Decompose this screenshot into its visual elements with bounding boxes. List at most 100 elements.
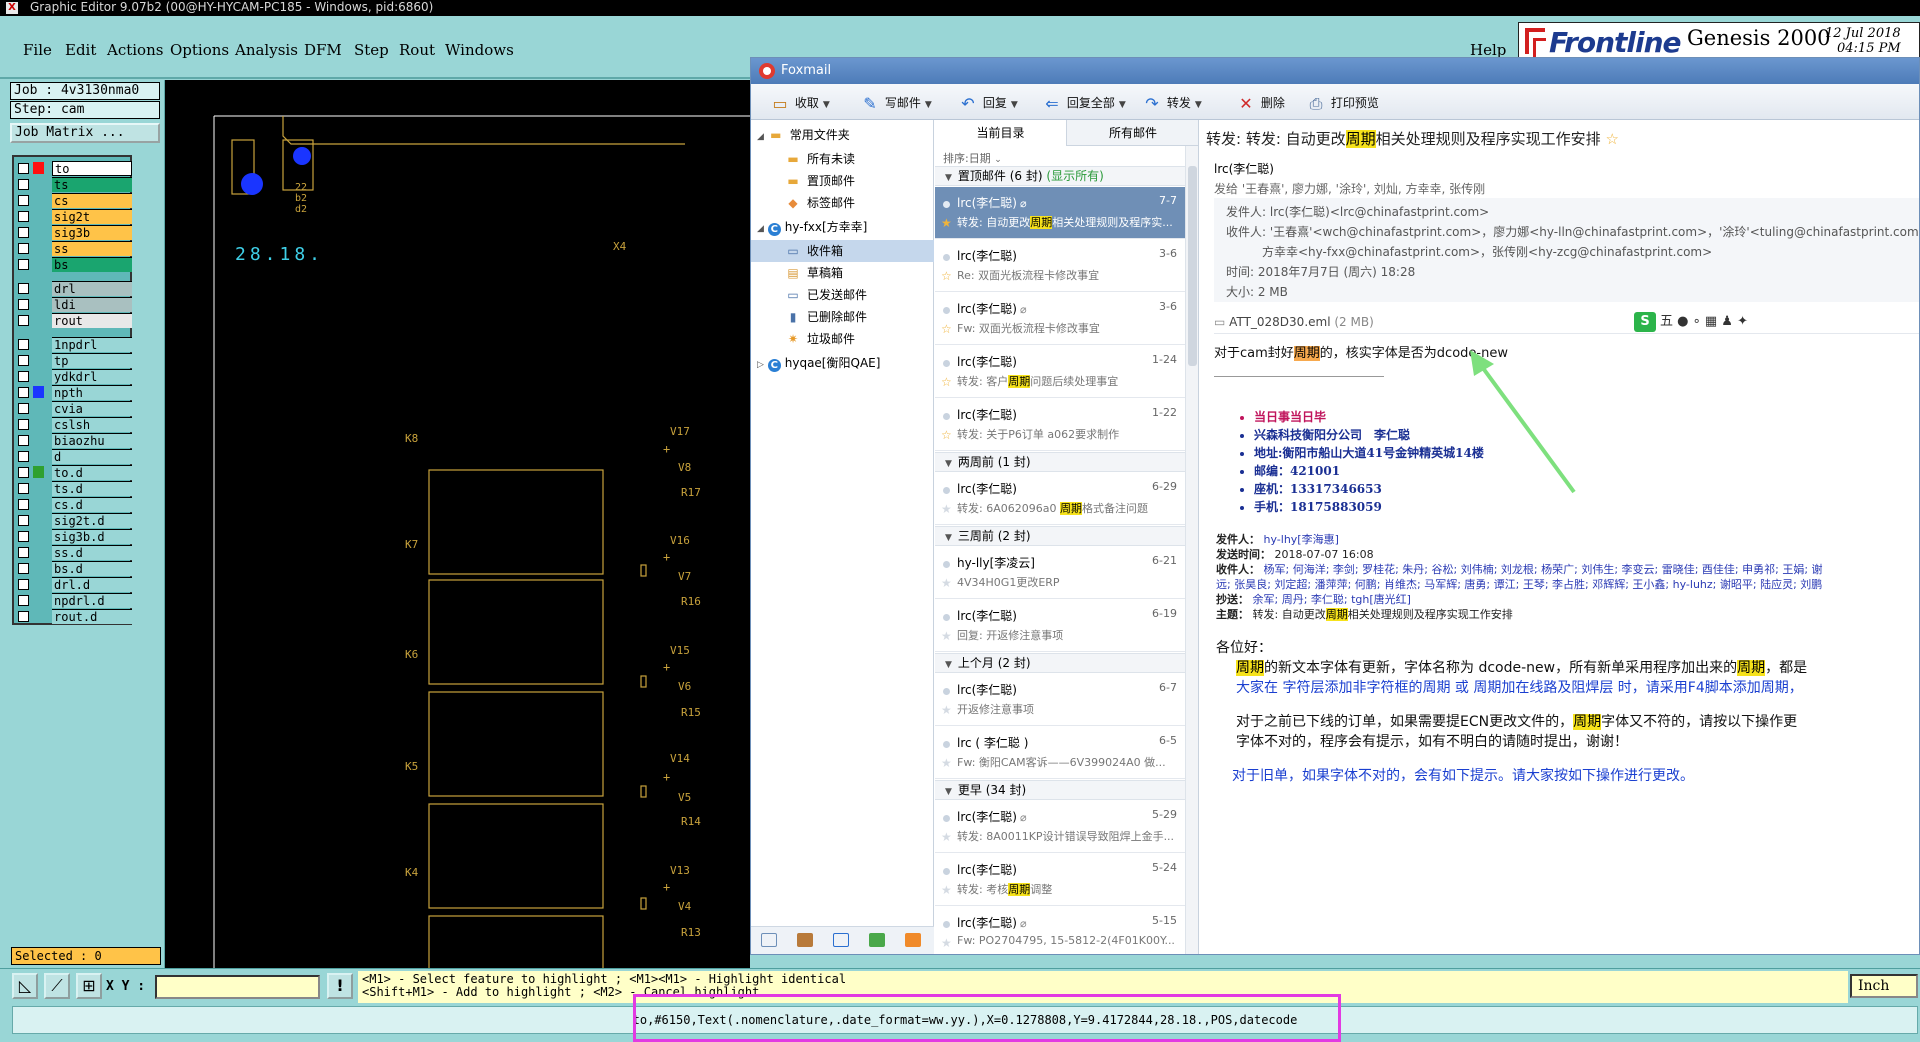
job-matrix-button[interactable]: Job Matrix ...	[10, 123, 160, 143]
star-icon[interactable]: ★	[941, 216, 952, 230]
show-all-link[interactable]: (显示所有)	[1046, 169, 1103, 183]
layer-row[interactable]: rout.d	[18, 609, 132, 624]
layer-checkbox[interactable]	[18, 435, 29, 446]
foxmail-title-bar[interactable]: Foxmail	[751, 58, 1919, 84]
layer-checkbox[interactable]	[18, 283, 29, 294]
layer-checkbox[interactable]	[18, 339, 29, 350]
message-row[interactable]: ☆ lrc(李仁聪) 3-6 Re: 双面光板流程卡修改事宜	[935, 240, 1185, 292]
layer-row[interactable]: bs	[18, 257, 132, 272]
folder-drafts[interactable]: ▤ 草稿箱	[785, 262, 843, 284]
group-header-three-weeks[interactable]: ▼ 三周前 (2 封)	[935, 526, 1185, 546]
list-scrollbar[interactable]	[1185, 146, 1198, 954]
layer-row[interactable]: sig2t.d	[18, 513, 132, 528]
message-row[interactable]: ★ lrc(李仁聪) 6-7 开返修注意事项	[935, 674, 1185, 726]
attachment-row[interactable]: ▭ ATT_028D30.eml (2 MB) S五 ● ∘ ▦ ♟ ✦	[1214, 310, 1919, 334]
message-row[interactable]: ★ lrc(李仁聪) 6-29 转发: 6A062096a0 周期格式备注问题	[935, 473, 1185, 525]
calendar-icon[interactable]	[833, 933, 849, 947]
star-icon[interactable]: ☆	[941, 375, 952, 389]
menu-step[interactable]: Step	[354, 41, 389, 59]
message-row[interactable]: ★ lrc(李仁聪) ⌀ 5-15 Fw: PO2704795, 15-5812-2(4…	[935, 907, 1185, 954]
layer-checkbox[interactable]	[18, 227, 29, 238]
star-icon[interactable]: ★	[941, 936, 952, 950]
layer-checkbox[interactable]	[18, 163, 29, 174]
layer-checkbox[interactable]	[18, 579, 29, 590]
layer-row[interactable]: to	[18, 161, 132, 176]
layer-checkbox[interactable]	[18, 179, 29, 190]
contacts-icon[interactable]	[797, 933, 813, 947]
measure-tool-icon[interactable]: ⟋	[44, 973, 70, 999]
ime-mode[interactable]: 五	[1660, 314, 1673, 329]
layer-row[interactable]: sig3b.d	[18, 529, 132, 544]
layer-row[interactable]: ts.d	[18, 481, 132, 496]
folder-sent[interactable]: ▭ 已发送邮件	[785, 284, 867, 306]
folder-pinned[interactable]: ▬ 置顶邮件	[785, 170, 855, 192]
account-hyqae[interactable]: ▷ Chyqae[衡阳QAE]	[757, 352, 880, 374]
message-row[interactable]: ★ lrc ( 李仁聪 ) 6-5 Fw: 衡阳CAM客诉——6V399024A0 做…	[935, 727, 1185, 779]
layer-row[interactable]: npth	[18, 385, 132, 400]
group-header-two-weeks[interactable]: ▼ 两周前 (1 封)	[935, 452, 1185, 472]
layer-checkbox[interactable]	[18, 483, 29, 494]
layer-checkbox[interactable]	[18, 371, 29, 382]
folder-all-unread[interactable]: ▬ 所有未读	[785, 148, 855, 170]
layer-row[interactable]: ydkdrl	[18, 369, 132, 384]
layer-row[interactable]: 1npdrl	[18, 337, 132, 352]
star-icon[interactable]: ★	[941, 576, 952, 590]
message-row[interactable]: ★ lrc(李仁聪) 5-24 转发: 考核周期调整	[935, 854, 1185, 906]
star-icon[interactable]: ★	[941, 502, 952, 516]
layer-row[interactable]: ldi	[18, 297, 132, 312]
snap-tool-icon[interactable]: ◺	[12, 973, 38, 999]
layer-row[interactable]: ts	[18, 177, 132, 192]
star-icon[interactable]: ☆	[1605, 130, 1618, 148]
menu-windows[interactable]: Windows	[445, 41, 514, 59]
layer-checkbox[interactable]	[18, 467, 29, 478]
group-header-pinned[interactable]: ▼ 置顶邮件 (6 封) (显示所有)	[935, 166, 1185, 186]
menu-actions[interactable]: Actions	[107, 41, 163, 59]
rss-icon[interactable]	[905, 933, 921, 947]
menu-edit[interactable]: Edit	[65, 41, 96, 59]
menu-file[interactable]: File	[23, 41, 52, 59]
layer-row[interactable]: d	[18, 449, 132, 464]
email-from-name[interactable]: lrc(李仁聪)	[1214, 160, 1274, 177]
layer-checkbox[interactable]	[18, 315, 29, 326]
star-icon[interactable]: ☆	[941, 428, 952, 442]
layer-checkbox[interactable]	[18, 531, 29, 542]
tab-current-folder[interactable]: 当前目录	[935, 120, 1067, 146]
layer-checkbox[interactable]	[18, 243, 29, 254]
exclaim-icon[interactable]: !	[327, 973, 353, 999]
layer-checkbox[interactable]	[18, 451, 29, 462]
message-row[interactable]: ★ lrc(李仁聪) ⌀ 5-29 转发: 8A0011KP设计错误导致阻焊上金手...	[935, 801, 1185, 853]
layer-checkbox[interactable]	[18, 611, 29, 622]
group-header-older[interactable]: ▼ 更早 (34 封)	[935, 780, 1185, 800]
layer-checkbox[interactable]	[18, 595, 29, 606]
tab-all-mail[interactable]: 所有邮件	[1067, 120, 1198, 146]
grid-tool-icon[interactable]: ⊞	[76, 973, 102, 999]
layer-row[interactable]: sig2t	[18, 209, 132, 224]
layer-row[interactable]: cvia	[18, 401, 132, 416]
layer-checkbox[interactable]	[18, 547, 29, 558]
sogou-ime-icon[interactable]: S	[1634, 312, 1656, 332]
menu-options[interactable]: Options	[170, 41, 229, 59]
layer-checkbox[interactable]	[18, 499, 29, 510]
unit-select[interactable]: Inch	[1850, 974, 1918, 998]
layer-checkbox[interactable]	[18, 515, 29, 526]
folder-deleted[interactable]: ▮ 已删除邮件	[785, 306, 867, 328]
menu-rout[interactable]: Rout	[399, 41, 435, 59]
message-row[interactable]: ☆ lrc(李仁聪) ⌀ 3-6 Fw: 双面光板流程卡修改事宜	[935, 293, 1185, 345]
menu-dfm[interactable]: DFM	[304, 41, 342, 59]
layer-row[interactable]: ss.d	[18, 545, 132, 560]
notes-icon[interactable]	[869, 933, 885, 947]
menu-analysis[interactable]: Analysis	[235, 41, 298, 59]
attachment-name[interactable]: ATT_028D30.eml	[1229, 315, 1330, 329]
layer-row[interactable]: biaozhu	[18, 433, 132, 448]
star-icon[interactable]: ★	[941, 756, 952, 770]
date-code-text[interactable]: 28.18.	[235, 244, 324, 265]
layer-checkbox[interactable]	[18, 387, 29, 398]
forward-button[interactable]: ↷ 转发 ▼	[1141, 94, 1201, 113]
delete-button[interactable]: ✕ 删除	[1235, 94, 1285, 113]
pcb-canvas[interactable]: 22 b2 d2 28.18. X4 K8 V17 + V8 R17 K7 V1…	[165, 80, 750, 968]
message-row[interactable]: ☆ lrc(李仁聪) 1-24 转发: 客户周期问题后续处理事宜	[935, 346, 1185, 398]
star-icon[interactable]: ★	[941, 703, 952, 717]
layer-checkbox[interactable]	[18, 419, 29, 430]
mail-icon[interactable]	[761, 933, 777, 947]
layer-checkbox[interactable]	[18, 403, 29, 414]
